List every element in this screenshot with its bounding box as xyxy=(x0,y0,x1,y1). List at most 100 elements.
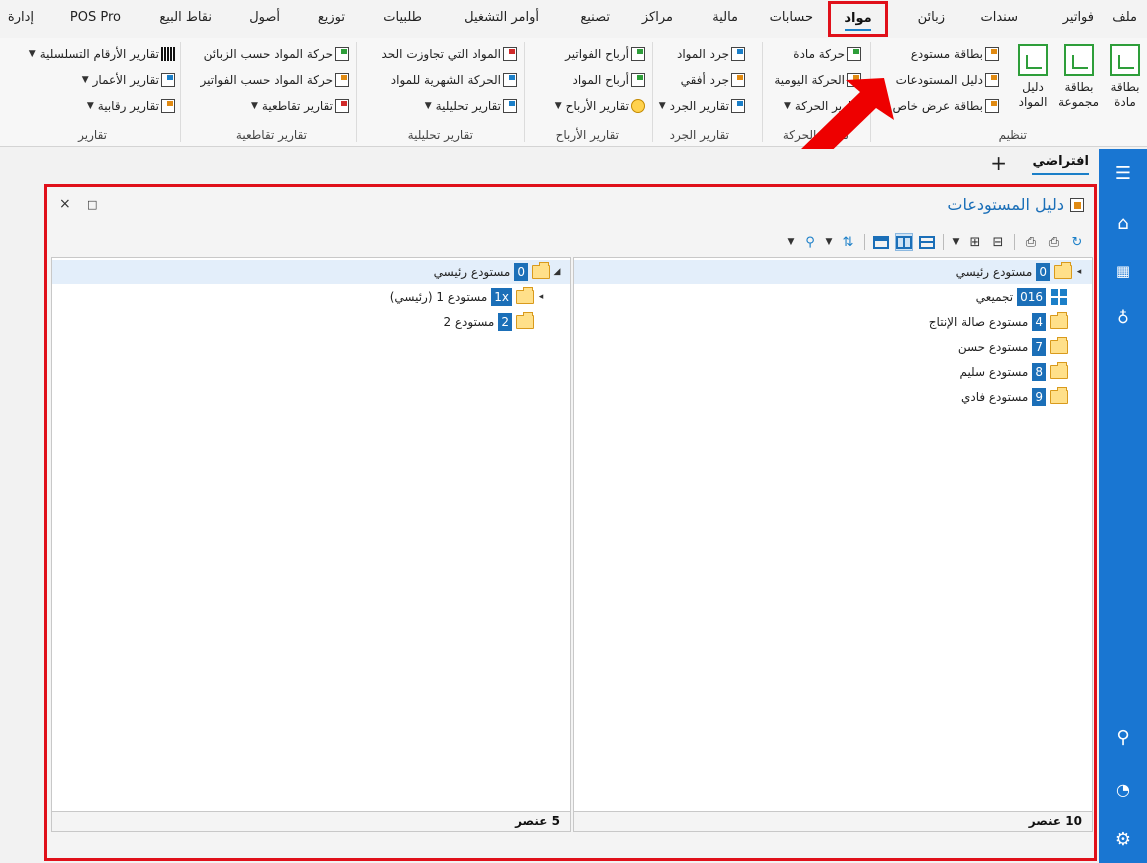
warehouse-card-button[interactable]: بطاقة مستودع xyxy=(911,44,999,64)
exceeded-limit-label: المواد التي تجاوزت الحد xyxy=(381,47,501,61)
refresh-icon[interactable]: ↻ xyxy=(1068,233,1086,251)
menu-accounts[interactable]: حسابات xyxy=(770,10,813,25)
view-split-button[interactable] xyxy=(895,233,913,251)
print-preview-icon[interactable]: ⎙ xyxy=(1045,233,1063,251)
cross-reports-label: تقارير تقاطعية xyxy=(261,99,333,113)
menu-invoices[interactable]: فواتير xyxy=(1063,10,1094,25)
expand-arrow-icon[interactable]: ◂ xyxy=(1072,267,1086,277)
expand-arrow-icon[interactable]: ◂ xyxy=(534,292,548,302)
chevron-down-icon[interactable]: ▼ xyxy=(786,233,796,251)
sort-icon[interactable]: ⇅ xyxy=(839,233,857,251)
tree-node[interactable]: 7 مستودع حسن xyxy=(958,335,1068,359)
menu-file[interactable]: ملف xyxy=(1112,10,1137,25)
horizontal-count-label: جرد أفقي xyxy=(680,73,729,87)
menu-assets[interactable]: أصول xyxy=(249,10,280,25)
inventory-reports-dropdown[interactable]: تقارير الجرد ▼ xyxy=(659,96,745,116)
menu-customers[interactable]: زبائن xyxy=(918,10,945,25)
menu-admin[interactable]: إدارة xyxy=(8,10,34,25)
chevron-down-icon: ▼ xyxy=(86,101,94,111)
home-icon[interactable]: ⌂ xyxy=(1099,203,1147,243)
warehouses-guide-button[interactable]: دليل المستودعات xyxy=(896,70,999,90)
menu-orders[interactable]: طلبيات xyxy=(383,10,422,25)
menu-manufacturing[interactable]: تصنيع xyxy=(580,10,610,25)
tree-node[interactable]: ◂ 0 مستودع رئيسي xyxy=(574,260,1092,284)
material-profits-icon xyxy=(631,73,645,87)
menu-materials[interactable]: مواد xyxy=(828,1,888,37)
search-icon[interactable]: ⚲ xyxy=(801,233,819,251)
material-profits-label: أرباح المواد xyxy=(572,73,630,87)
special-offer-card-button[interactable]: بطاقة عرض خاص xyxy=(892,96,999,116)
menu-work-orders[interactable]: أوامر التشغيل xyxy=(464,10,539,25)
material-card-button[interactable]: بطاقة مادة xyxy=(1105,44,1145,110)
movement-by-invoices-button[interactable]: حركة المواد حسب الفواتير xyxy=(200,70,349,90)
tag-icon xyxy=(985,99,999,113)
barcode-icon xyxy=(161,47,175,61)
tree-node[interactable]: 4 مستودع صالة الإنتاج xyxy=(929,310,1068,334)
movement-reports-dropdown[interactable]: تقارير الحركة ▼ xyxy=(784,96,861,116)
cross-reports-icon xyxy=(335,99,349,113)
ribbon-separator xyxy=(180,42,181,142)
search-icon[interactable]: ⚲ xyxy=(1099,717,1147,757)
cross-reports-dropdown[interactable]: تقارير تقاطعية ▼ xyxy=(251,96,349,116)
daily-movement-button[interactable]: الحركة اليومية xyxy=(774,70,861,90)
serial-reports-dropdown[interactable]: تقارير الأرقام التسلسلية ▼ xyxy=(29,44,175,64)
node-code: 8 xyxy=(1032,363,1046,381)
view-rows-button[interactable] xyxy=(918,233,936,251)
chevron-down-icon: ▼ xyxy=(28,49,36,59)
horizontal-count-icon xyxy=(731,73,745,87)
hamburger-menu-icon[interactable]: ☰ xyxy=(1099,153,1147,193)
materials-guide-button[interactable]: دليل المواد xyxy=(1013,44,1053,110)
tree-node[interactable]: 9 مستودع فادي xyxy=(961,385,1068,409)
menu-vouchers[interactable]: سندات xyxy=(981,10,1019,25)
lightbulb-icon[interactable]: ♁ xyxy=(1099,297,1147,337)
view-top-button[interactable] xyxy=(872,233,890,251)
calendar-icon[interactable]: ▦ xyxy=(1099,251,1147,291)
palette-icon[interactable]: ◔ xyxy=(1099,769,1147,809)
profit-reports-dropdown[interactable]: تقارير الأرباح ▼ xyxy=(555,96,645,116)
node-name: مستودع سليم xyxy=(959,365,1029,379)
tree-node[interactable]: ◢ 0 مستودع رئيسي xyxy=(52,260,570,284)
expand-all-icon[interactable]: ⊞ xyxy=(966,233,984,251)
movement-by-customers-button[interactable]: حركة المواد حسب الزبائن xyxy=(204,44,349,64)
analytic-reports-dropdown[interactable]: تقارير تحليلية ▼ xyxy=(425,96,517,116)
close-icon[interactable]: × xyxy=(59,196,71,212)
material-profits-button[interactable]: أرباح المواد xyxy=(572,70,645,90)
maximize-icon[interactable]: □ xyxy=(87,198,97,211)
horizontal-count-button[interactable]: جرد أفقي xyxy=(681,70,745,90)
tab-default[interactable]: افتراضي xyxy=(1032,154,1089,175)
invoice-profits-label: أرباح الفواتير xyxy=(565,47,629,61)
gear-icon[interactable]: ⚙ xyxy=(1099,819,1147,859)
folder-icon xyxy=(1050,387,1068,404)
profit-reports-label: تقارير الأرباح xyxy=(565,99,629,113)
monthly-movement-label: الحركة الشهرية للمواد xyxy=(390,73,501,87)
chevron-down-icon: ▼ xyxy=(783,101,791,111)
menu-finance[interactable]: مالية xyxy=(712,10,738,25)
control-reports-dropdown[interactable]: تقارير رقابية ▼ xyxy=(87,96,175,116)
group-label-taqarir: تقارير xyxy=(78,128,107,142)
node-code: 016 xyxy=(1017,288,1046,306)
collapse-arrow-icon[interactable]: ◢ xyxy=(550,267,564,277)
inventory-count-button[interactable]: جرد المواد xyxy=(677,44,745,64)
tree-node[interactable]: 2 مستودع 2 xyxy=(52,310,570,334)
node-name: مستودع صالة الإنتاج xyxy=(928,315,1029,329)
tree-node[interactable]: 8 مستودع سليم xyxy=(959,360,1068,384)
menu-pos-pro[interactable]: POS Pro xyxy=(70,10,121,25)
material-movement-button[interactable]: حركة مادة xyxy=(793,44,861,64)
collapse-all-icon[interactable]: ⊟ xyxy=(989,233,1007,251)
aging-reports-dropdown[interactable]: تقارير الأعمار ▼ xyxy=(82,70,175,90)
menu-centers[interactable]: مراكز xyxy=(642,10,673,25)
tree-node-row[interactable]: ◂ 1x مستودع 1 (رئيسي) xyxy=(52,285,570,309)
menu-distribution[interactable]: توزيع xyxy=(318,10,345,25)
warehouse-tree-sub: ◢ 0 مستودع رئيسي ◂ 1x مستودع 1 (رئيسي) 2… xyxy=(51,257,571,832)
monthly-movement-button[interactable]: الحركة الشهرية للمواد xyxy=(391,70,517,90)
chevron-down-icon[interactable]: ▼ xyxy=(951,233,961,251)
menu-pos[interactable]: نقاط البيع xyxy=(159,10,212,25)
add-tab-button[interactable]: + xyxy=(990,151,1007,175)
group-card-button[interactable]: بطاقة مجموعة xyxy=(1058,44,1099,110)
chevron-down-icon[interactable]: ▼ xyxy=(824,233,834,251)
tree-node[interactable]: 016 تجميعي xyxy=(976,285,1068,309)
print-icon[interactable]: ⎙ xyxy=(1022,233,1040,251)
inventory-count-label: جرد المواد xyxy=(676,47,729,61)
invoice-profits-button[interactable]: أرباح الفواتير xyxy=(565,44,645,64)
exceeded-limit-button[interactable]: المواد التي تجاوزت الحد xyxy=(381,44,517,64)
